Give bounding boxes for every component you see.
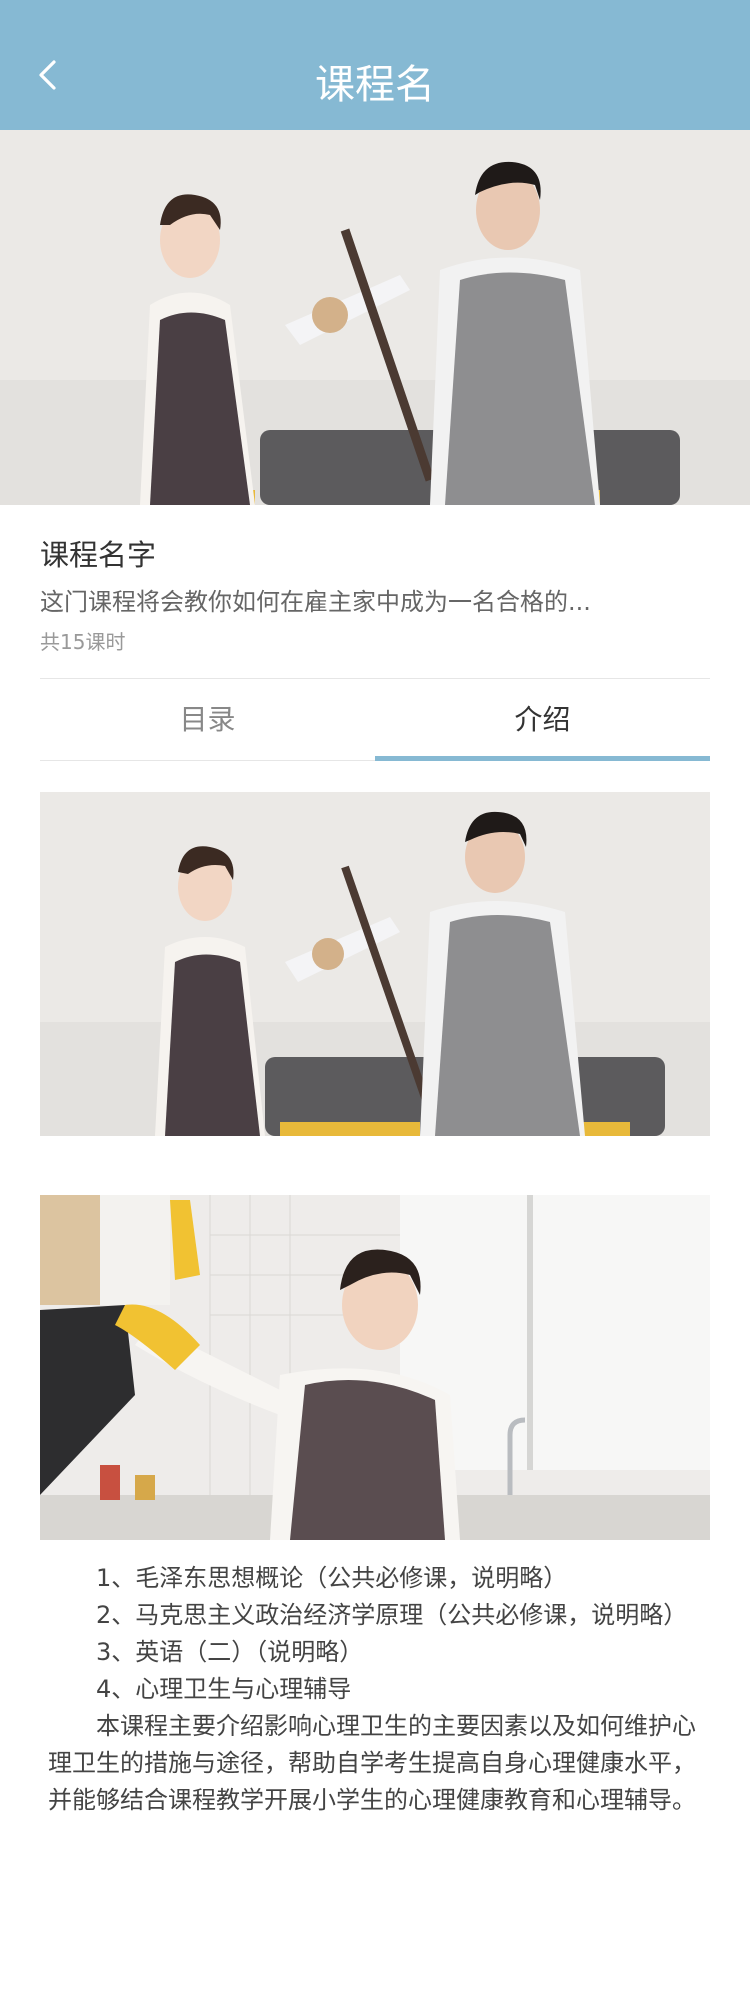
intro-image-1 [40,792,710,1136]
page-title: 课程名 [315,62,435,108]
intro-image-2 [40,1195,710,1540]
tab-catalog[interactable]: 目录 [40,680,375,760]
lesson-count: 共15课时 [40,630,126,654]
active-tab-indicator [375,756,710,761]
list-item: 3、英语（二）（说明略） [96,1638,364,1666]
divider [40,760,375,761]
list-item: 2、马克思主义政治经济学原理（公共必修课，说明略） [96,1601,688,1629]
introduction-text: 1、毛泽东思想概论（公共必修课，说明略） 2、马克思主义政治经济学原理（公共必修… [48,1560,710,1819]
list-item: 4、心理卫生与心理辅导 [96,1675,352,1703]
tab-bar: 目录 介绍 [40,680,710,761]
navbar: 课程名 [0,0,750,130]
tab-introduction[interactable]: 介绍 [375,680,710,760]
course-summary: 本课程主要介绍影响心理卫生的主要因素以及如何维护心理卫生的措施与途径，帮助自学考… [48,1712,696,1814]
divider [40,678,710,679]
list-item: 1、毛泽东思想概论（公共必修课，说明略） [96,1564,568,1592]
course-description: 这门课程将会教你如何在雇主家中成为一名合格的... [40,588,591,616]
hero-image [0,130,750,505]
course-name: 课程名字 [40,538,157,572]
